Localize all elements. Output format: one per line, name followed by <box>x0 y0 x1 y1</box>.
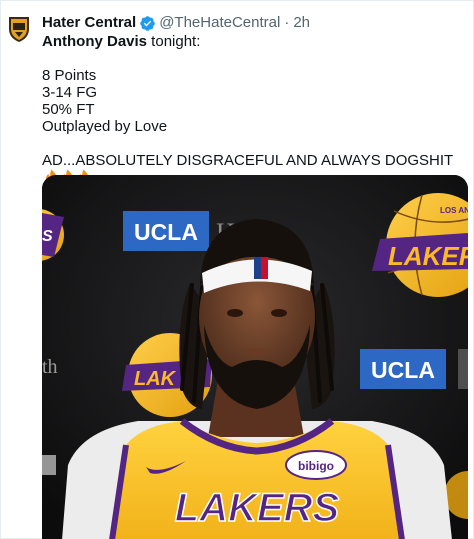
stat-line: 3-14 FG <box>42 84 98 101</box>
tweet-media-photo[interactable]: S th UCLA Health LOS ANGELES LAKERS <box>42 175 468 539</box>
press-conference-photo: S th UCLA Health LOS ANGELES LAKERS <box>42 175 468 539</box>
jersey-lettering: LAKERS <box>175 486 340 530</box>
left-edge-letter: th <box>42 356 58 378</box>
svg-text:LAK: LAK <box>134 368 177 390</box>
closing-line: AD...ABSOLUTELY DISGRACEFUL AND ALWAYS D… <box>42 152 462 184</box>
tweet-card[interactable]: Hater Central @TheHateCentral · 2h Antho… <box>0 0 474 539</box>
lakers-logo-small-text: LOS ANGELES <box>440 206 468 215</box>
shield-crest-icon[interactable] <box>7 15 31 43</box>
ucla-text-top: UCLA <box>134 219 198 245</box>
lead-rest: tonight: <box>147 33 201 50</box>
tweet-lead-line: Anthony Davis tonight: <box>42 33 462 50</box>
tweet-header: Hater Central @TheHateCentral · 2h <box>42 13 310 33</box>
mention-name: Anthony Davis <box>42 33 148 50</box>
sponsor-patch-text: bibigo <box>298 459 334 473</box>
stat-line: 8 Points <box>42 67 97 84</box>
display-name[interactable]: Hater Central <box>42 13 136 33</box>
verified-badge-icon <box>140 15 155 31</box>
stat-line: 50% FT <box>42 101 95 118</box>
stat-line: Outplayed by Love <box>42 118 168 135</box>
separator-dot: · <box>284 14 290 31</box>
timestamp[interactable]: 2h <box>293 13 310 33</box>
svg-text:S: S <box>42 228 53 245</box>
ucla-text-right: UCLA <box>371 357 435 383</box>
author-handle[interactable]: @TheHateCentral <box>159 13 280 33</box>
tweet-text: Anthony Davis tonight: 8 Points 3-14 FG … <box>42 33 462 184</box>
lakers-logo-text: LAKERS <box>388 241 468 271</box>
closing-text: AD...ABSOLUTELY DISGRACEFUL AND ALWAYS D… <box>42 152 454 169</box>
